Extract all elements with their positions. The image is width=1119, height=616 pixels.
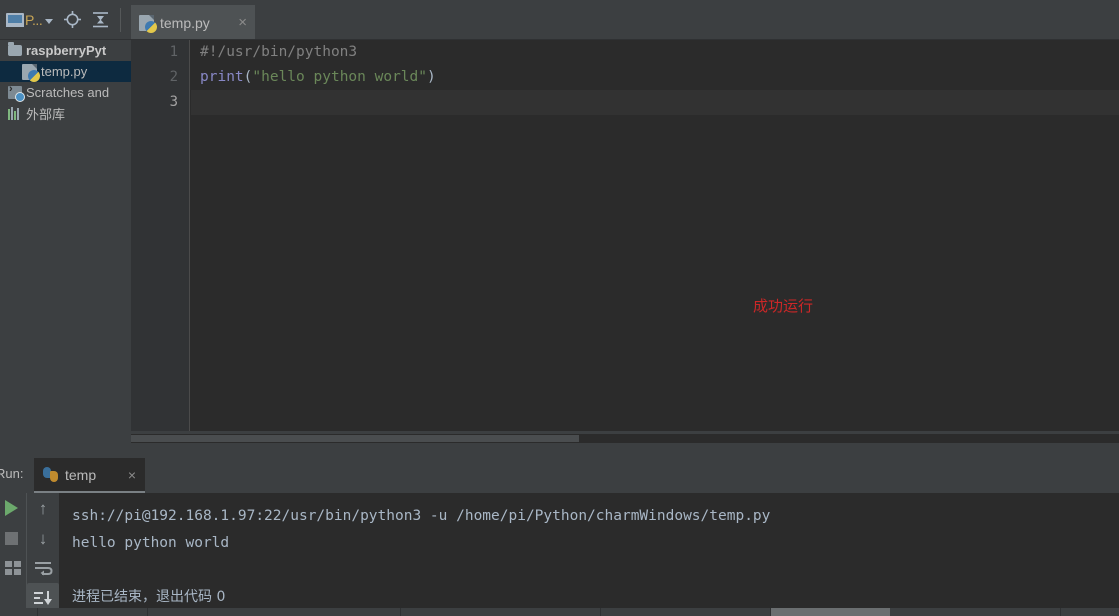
run-tab-label: temp <box>65 466 97 483</box>
chevron-down-icon <box>45 19 54 24</box>
code-token-comment: #!/usr/bin/python3 <box>200 44 358 60</box>
collapse-all-button[interactable] <box>90 8 111 31</box>
python-file-icon <box>22 63 40 82</box>
project-view-selector[interactable]: P... <box>4 10 55 30</box>
tree-item-scratches[interactable]: Scratches and <box>0 82 131 103</box>
run-console-output[interactable]: ssh://pi@192.168.1.97:22/usr/bin/python3… <box>59 493 1119 608</box>
console-line: ssh://pi@192.168.1.97:22/usr/bin/python3… <box>72 508 771 524</box>
target-locate-icon <box>64 11 82 28</box>
code-line-3[interactable] <box>191 90 1119 115</box>
locate-file-button[interactable] <box>61 8 84 31</box>
project-toolbar: P... <box>0 0 131 40</box>
project-panel-footer <box>0 443 131 455</box>
scrollbar-thumb[interactable] <box>131 435 579 442</box>
line-number: 2 <box>169 69 178 85</box>
editor-tab-label: temp.py <box>160 14 210 31</box>
tree-item-external-libraries[interactable]: 外部库 <box>0 103 131 124</box>
console-line: hello python world <box>72 535 230 551</box>
console-line-exit-code: 进程已结束，退出代码 0 <box>72 589 226 605</box>
editor-tab-bar: temp.py × <box>131 0 1119 40</box>
project-window-icon <box>6 12 24 27</box>
python-file-icon <box>139 14 157 33</box>
run-action-sidebar <box>0 493 26 608</box>
soft-wrap-icon <box>34 562 53 576</box>
python-logo-icon <box>43 467 58 482</box>
stop-button[interactable] <box>0 523 26 553</box>
scratches-icon <box>8 83 25 102</box>
close-icon[interactable]: × <box>128 467 136 483</box>
status-bar-segment <box>770 608 890 616</box>
scroll-to-end-icon <box>34 591 52 605</box>
code-editor[interactable]: 1 2 3 #!/usr/bin/python3 print("hello py… <box>131 40 1119 431</box>
run-tool-window: Run: temp × ↑ ↓ ssh://pi@192.168.1.97:22… <box>0 455 1119 613</box>
arrow-down-icon: ↓ <box>38 528 48 548</box>
status-bar-segment <box>1060 608 1119 616</box>
code-line-1[interactable]: #!/usr/bin/python3 <box>191 40 1119 65</box>
run-console-sidebar: ↑ ↓ <box>26 493 59 613</box>
status-bar-segment <box>400 608 460 616</box>
run-window-label: Run: <box>0 466 24 481</box>
tree-item-label: temp.py <box>41 64 88 79</box>
editor-tab-temp-py[interactable]: temp.py × <box>131 5 255 40</box>
annotation-success-label: 成功运行 <box>753 297 814 315</box>
status-bar-segment <box>600 608 660 616</box>
close-icon[interactable]: × <box>238 15 247 30</box>
run-tab-temp[interactable]: temp × <box>34 458 145 491</box>
down-stack-button[interactable]: ↓ <box>27 523 59 553</box>
code-token-string: "hello python world" <box>252 69 427 85</box>
soft-wrap-button[interactable] <box>27 553 59 583</box>
up-stack-button[interactable]: ↑ <box>27 493 59 523</box>
arrow-up-icon: ↑ <box>38 498 48 518</box>
editor-gutter[interactable]: 1 2 3 <box>131 40 190 431</box>
collapse-all-icon <box>93 12 109 28</box>
print-button[interactable] <box>0 553 26 583</box>
run-tab-bar: Run: temp × <box>0 455 1119 494</box>
toolbar-divider <box>120 7 122 32</box>
external-libraries-icon <box>8 107 22 120</box>
tree-item-label: raspberryPyt <box>26 43 107 58</box>
line-number: 1 <box>169 44 178 60</box>
status-bar-segment <box>147 608 297 616</box>
editor-horizontal-scrollbar[interactable] <box>131 434 1119 443</box>
tree-item-raspberrypyt[interactable]: raspberryPyt <box>0 40 131 61</box>
project-tree-panel: raspberryPyt temp.py Scratches and 外部库 <box>0 40 131 452</box>
print-icon <box>4 561 21 575</box>
status-bar <box>0 608 1119 616</box>
code-text-area[interactable]: #!/usr/bin/python3 print("hello python w… <box>191 40 1119 431</box>
code-token-function: print <box>200 69 244 85</box>
tree-item-label: 外部库 <box>26 107 66 122</box>
folder-icon <box>8 42 22 56</box>
stop-square-icon <box>4 531 18 545</box>
run-triangle-icon <box>4 500 18 516</box>
code-token-paren-close: ) <box>427 69 436 85</box>
status-bar-segment <box>37 608 137 616</box>
rerun-button[interactable] <box>0 493 26 523</box>
line-number: 3 <box>169 94 178 110</box>
tree-item-label: Scratches and <box>26 85 110 100</box>
project-view-label: P... <box>25 11 43 28</box>
code-line-2[interactable]: print("hello python world") <box>191 65 1119 90</box>
tree-item-temp-py[interactable]: temp.py <box>0 61 131 82</box>
